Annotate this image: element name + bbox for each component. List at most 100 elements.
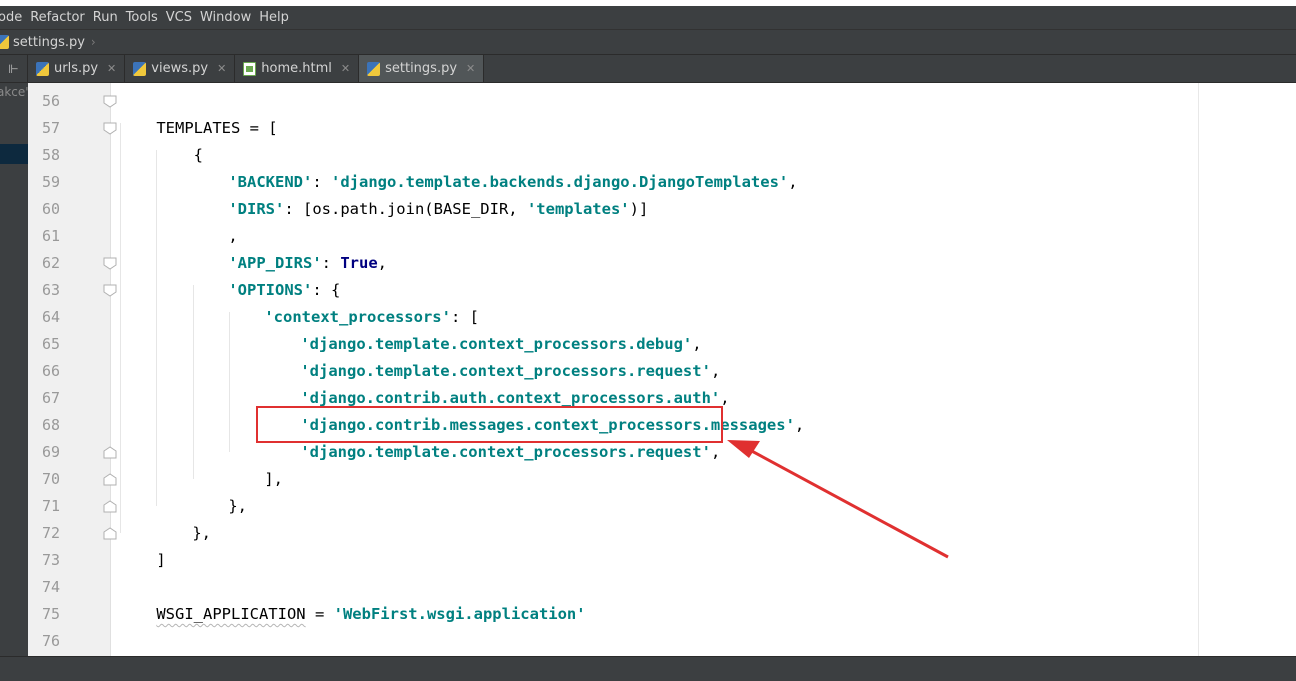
line-number: 76	[41, 632, 60, 650]
navigation-bar: settings.py ›	[0, 29, 1296, 55]
code-line-59: 'DIRS': [os.path.join(BASE_DIR, 'templat…	[191, 169, 648, 218]
menu-refactor[interactable]: Refactor	[30, 10, 93, 25]
close-icon[interactable]: ✕	[217, 62, 226, 75]
code-line-58: 'BACKEND': 'django.template.backends.dja…	[191, 142, 797, 191]
code-line-56: TEMPLATES = [	[119, 88, 277, 137]
line-number: 67	[41, 389, 60, 407]
code-line-72: ]	[119, 520, 165, 569]
line-number: 62	[41, 254, 60, 272]
close-icon[interactable]: ✕	[107, 62, 116, 75]
code-text: )]	[629, 200, 649, 218]
code-line-64: 'django.template.context_processors.debu…	[263, 304, 701, 353]
project-tree-selected-row[interactable]	[0, 144, 28, 164]
code-line-65: 'django.template.context_processors.requ…	[263, 331, 720, 380]
breadcrumb[interactable]: settings.py ›	[0, 35, 96, 50]
code-text: ,	[794, 416, 805, 434]
keyword: True	[340, 254, 378, 272]
code-line-60: ,	[191, 196, 237, 245]
pin-tabs-icon[interactable]: ⊩	[0, 55, 28, 82]
close-icon[interactable]: ✕	[341, 62, 350, 75]
fold-collapse-icon[interactable]	[103, 95, 117, 108]
line-number: 60	[41, 200, 60, 218]
annotation-highlight-box	[256, 406, 723, 443]
python-file-icon	[36, 61, 49, 76]
code-text: ,	[710, 443, 721, 461]
right-margin-guide	[1198, 83, 1199, 656]
line-number: 59	[41, 173, 60, 191]
fold-end-icon[interactable]	[103, 473, 117, 486]
line-number: 63	[41, 281, 60, 299]
code-line-74: WSGI_APPLICATION = 'WebFirst.wsgi.applic…	[119, 574, 585, 623]
code-line-57: {	[119, 115, 203, 164]
python-file-icon	[367, 61, 381, 76]
string-literal: 'templates'	[526, 200, 630, 218]
menu-code[interactable]: ode	[0, 10, 30, 25]
menu-window[interactable]: Window	[200, 10, 259, 25]
code-line-63: 'context_processors': [	[227, 277, 479, 326]
line-number: 74	[41, 578, 60, 596]
code-text: ],	[264, 470, 283, 488]
line-number: 57	[41, 119, 60, 137]
code-text: ]	[156, 551, 166, 569]
fold-end-icon[interactable]	[103, 446, 117, 459]
line-number: 69	[41, 443, 60, 461]
tab-label: urls.py	[54, 61, 99, 76]
line-number: 56	[41, 92, 60, 110]
code-line-69: ],	[227, 439, 283, 488]
fold-end-icon[interactable]	[103, 527, 117, 540]
python-file-icon	[133, 61, 147, 76]
line-number: 72	[41, 524, 60, 542]
fold-collapse-icon[interactable]	[103, 257, 117, 270]
line-number: 65	[41, 335, 60, 353]
line-number: 68	[41, 416, 60, 434]
chevron-right-icon: ›	[90, 35, 96, 49]
tab-urls-py[interactable]: urls.py ✕	[28, 55, 126, 82]
tab-label: views.py	[151, 61, 209, 76]
code-line-66: 'django.contrib.auth.context_processors.…	[263, 358, 729, 407]
status-bar	[0, 656, 1296, 681]
string-literal: 'django.template.context_processors.requ…	[300, 443, 711, 461]
project-panel: akce'	[0, 83, 28, 656]
code-text: =	[305, 605, 334, 623]
python-file-icon	[0, 35, 9, 49]
breadcrumb-file: settings.py	[13, 34, 85, 50]
menu-vcs[interactable]: VCS	[166, 10, 200, 25]
tab-views-py[interactable]: views.py ✕	[125, 55, 236, 82]
line-number: 66	[41, 362, 60, 380]
string-literal: 'WebFirst.wsgi.application'	[333, 605, 586, 623]
menu-help[interactable]: Help	[259, 10, 297, 25]
close-icon[interactable]: ✕	[466, 62, 475, 75]
menu-run[interactable]: Run	[93, 10, 126, 25]
editor-tab-bar: ⊩ urls.py ✕ views.py ✕ home.html ✕ setti…	[0, 55, 1296, 83]
html-file-icon	[243, 61, 257, 76]
line-number: 71	[41, 497, 60, 515]
fold-end-icon[interactable]	[103, 500, 117, 513]
menu-bar: ode Refactor Run Tools VCS Window Help	[0, 6, 1296, 29]
code-line-61: 'APP_DIRS': True,	[191, 223, 387, 272]
code-line-71: },	[155, 493, 211, 542]
line-number: 58	[41, 146, 60, 164]
code-text: WSGI_APPLICATION	[156, 605, 306, 623]
menu-tools[interactable]: Tools	[126, 10, 166, 25]
code-line-70: },	[191, 466, 247, 515]
code-text: ,	[788, 173, 798, 191]
line-number: 64	[41, 308, 60, 326]
tab-settings-py[interactable]: settings.py ✕	[359, 55, 485, 82]
tab-home-html[interactable]: home.html ✕	[235, 55, 360, 82]
code-text: },	[228, 497, 247, 515]
code-text: : [os.path.join(BASE_DIR,	[284, 200, 527, 218]
code-text: },	[192, 524, 211, 542]
line-number: 70	[41, 470, 60, 488]
indent-guide	[156, 150, 157, 506]
code-line-62: 'OPTIONS': {	[191, 250, 340, 299]
code-editor[interactable]: 56 57 58 59 60 61 62 63 64 65 66 67 68 69 70 71 72 73 74 75…	[28, 83, 1296, 656]
line-number: 75	[41, 605, 60, 623]
tab-label: settings.py	[385, 61, 458, 76]
project-tree-text: akce'	[0, 85, 28, 99]
code-text: ,	[377, 254, 387, 272]
line-number: 73	[41, 551, 60, 569]
fold-collapse-icon[interactable]	[103, 122, 117, 135]
fold-collapse-icon[interactable]	[103, 284, 117, 297]
line-number: 61	[41, 227, 60, 245]
tab-label: home.html	[261, 61, 332, 76]
